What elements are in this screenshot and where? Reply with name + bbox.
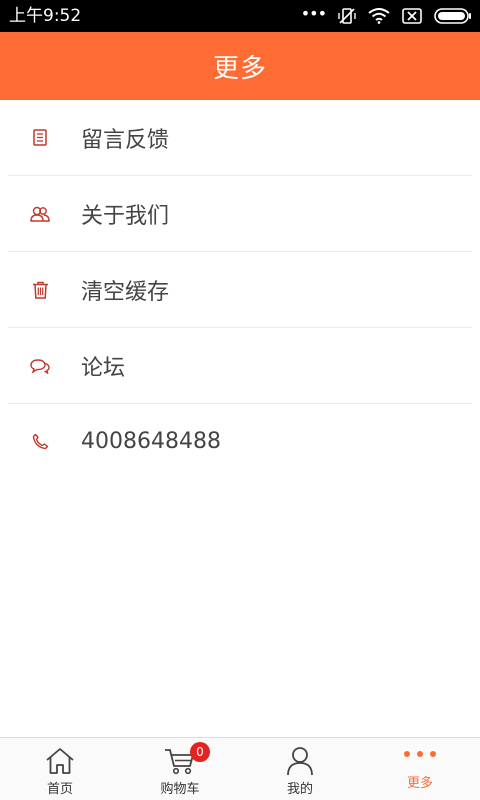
user-icon (286, 745, 314, 777)
document-icon (30, 128, 50, 148)
bottom-nav: 首页 0 购物车 我的 更多 (0, 737, 480, 800)
status-time: 上午9:52 (9, 6, 82, 26)
nav-item-more[interactable]: 更多 (360, 738, 480, 800)
nav-label: 购物车 (160, 782, 200, 797)
phone-icon (30, 432, 50, 452)
menu-list: 留言反馈 关于我们 清空缓存 论坛 4008648488 (0, 100, 480, 479)
status-icons: ••• (301, 0, 472, 32)
nav-label: 更多 (406, 776, 433, 791)
wifi-icon (368, 8, 390, 24)
menu-item-about[interactable]: 关于我们 (8, 175, 472, 251)
vibrate-off-icon (338, 8, 356, 24)
nav-label: 首页 (46, 782, 73, 797)
more-icon (404, 745, 436, 771)
page-title: 更多 (212, 53, 267, 84)
menu-item-feedback[interactable]: 留言反馈 (8, 100, 472, 175)
battery-icon (434, 8, 471, 24)
cart-icon: 0 (164, 742, 210, 777)
menu-item-phone[interactable]: 4008648488 (8, 403, 472, 479)
menu-item-label: 留言反馈 (81, 127, 170, 153)
sim-x-icon (402, 8, 422, 24)
menu-item-label: 4008648488 (81, 429, 221, 454)
menu-item-label: 关于我们 (81, 203, 170, 229)
menu-item-clear-cache[interactable]: 清空缓存 (8, 251, 472, 327)
trash-icon (30, 280, 50, 300)
more-dots-icon: ••• (300, 3, 327, 23)
nav-item-home[interactable]: 首页 (0, 738, 120, 800)
nav-item-mine[interactable]: 我的 (240, 738, 360, 800)
status-bar: 上午9:52 ••• (0, 0, 480, 32)
menu-item-label: 论坛 (81, 355, 126, 381)
cart-count-badge: 0 (190, 742, 210, 762)
nav-label: 我的 (286, 782, 313, 797)
nav-item-cart[interactable]: 0 购物车 (120, 738, 240, 800)
app-header: 更多 (0, 32, 480, 100)
people-icon (30, 204, 50, 224)
menu-item-label: 清空缓存 (81, 279, 170, 305)
menu-item-forum[interactable]: 论坛 (8, 327, 472, 403)
home-icon (45, 745, 75, 777)
chat-bubbles-icon (30, 356, 50, 376)
